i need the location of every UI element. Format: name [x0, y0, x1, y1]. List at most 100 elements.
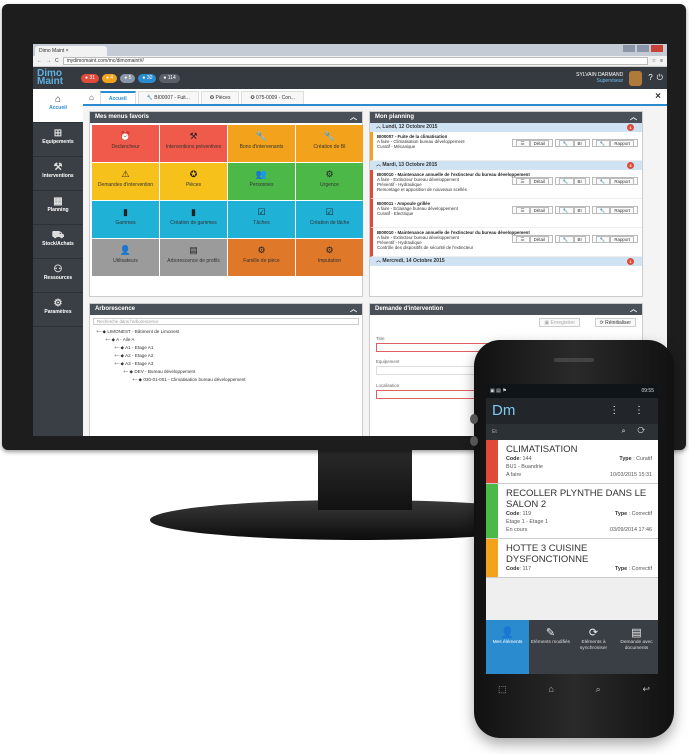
header-badge[interactable]: ● 30	[138, 73, 157, 83]
planning-row[interactable]: BI00010 - Maintenance annuelle de l'exti…	[370, 170, 642, 199]
planning-row[interactable]: BI00010 - Maintenance annuelle de l'exti…	[370, 228, 642, 257]
tree-search-input[interactable]: Recherche dans l'arborescence	[93, 318, 359, 325]
back-icon[interactable]: ←	[37, 58, 42, 64]
rapport-button[interactable]: 🔧 Rapport	[591, 139, 638, 147]
favorite-tile[interactable]: ⚠ Demandes d'intervention	[92, 163, 159, 200]
bi-button[interactable]: 🔧 BI	[554, 177, 590, 185]
tree-node[interactable]: +– ◆ 030-01-001 - Climatisation bureau d…	[96, 376, 362, 384]
browser-tab[interactable]: Dimo Maint ×	[35, 46, 107, 56]
favorite-tile[interactable]: ⚙ Famille de pièce	[228, 239, 295, 276]
volume-down-button[interactable]	[470, 436, 478, 446]
sidebar-item-ressources[interactable]: ⚇ Ressources	[33, 259, 83, 293]
bi-button[interactable]: 🔧 BI	[554, 206, 590, 214]
sidebar-item-planning[interactable]: ▦ Planning	[33, 191, 83, 225]
favorite-tile[interactable]: 👥 Personnes	[228, 163, 295, 200]
tree-node[interactable]: +– ◆ A1 - Etage A1	[96, 344, 362, 352]
sidebar-item-paramtres[interactable]: ⚙ Paramètres	[33, 293, 83, 327]
planning-row[interactable]: BI00007 - Fuite de la climatisation A fai…	[370, 132, 642, 161]
tree-node[interactable]: +– ◆ DEV - Bureau développement	[96, 368, 362, 376]
favorite-tile[interactable]: ☑ Tâches	[228, 201, 295, 238]
favorite-tile[interactable]: 🔧 Bons d'intervenants	[228, 125, 295, 162]
tree-node[interactable]: +– ◆ A - Aile A	[96, 336, 362, 344]
volume-up-button[interactable]	[470, 414, 478, 424]
home-tab-icon[interactable]: ⌂	[89, 93, 94, 102]
phone-nav-item[interactable]: ⟳ Eléments à synchroniser	[572, 620, 615, 674]
reset-button[interactable]: ⟳ Réinitialiser	[594, 318, 636, 327]
power-icon[interactable]: ⏻	[657, 73, 663, 83]
browser-menu-icon[interactable]: ≡	[660, 58, 663, 64]
collapse-icon[interactable]: ︿	[630, 304, 637, 315]
close-tabs-icon[interactable]: ×	[655, 91, 661, 102]
recent-apps-icon[interactable]: ⬚	[498, 684, 507, 695]
phone-nav-item[interactable]: ✎ Eléments modifiés	[529, 620, 572, 674]
url-field[interactable]: mydimomaint.com/mc/dimomaint#/	[62, 57, 648, 65]
user-info[interactable]: SYLVAIN DARMAND Superviseur	[576, 72, 623, 84]
day-header[interactable]: ︿ Lundi, 12 Octobre 2015 1	[370, 123, 642, 132]
forward-icon[interactable]: →	[46, 58, 51, 64]
close-window-button[interactable]	[651, 45, 663, 52]
detail-button[interactable]: ☰ Détail	[512, 235, 553, 243]
back-icon[interactable]: ↩	[642, 684, 650, 695]
sidebar-item-accueil[interactable]: ⌂ Accueil	[33, 89, 83, 123]
sidebar-item-equipements[interactable]: ⊞ Equipements	[33, 123, 83, 157]
header-badge[interactable]: ● 31	[81, 73, 99, 83]
favorite-tile[interactable]: ▤ Arborescence de profils	[160, 239, 227, 276]
sidebar-item-stockachats[interactable]: ⛟ Stock/Achats	[33, 225, 83, 259]
favorite-tile[interactable]: ⏰ Declencheur	[92, 125, 159, 162]
help-icon[interactable]: ?	[648, 73, 652, 83]
phone-nav-item[interactable]: 👤 Mes éléments	[486, 620, 529, 674]
tab-accueil[interactable]: Accueil	[99, 91, 136, 104]
code-label: Code	[506, 566, 520, 572]
overflow-menu-icon[interactable]: ⋮ ⋮	[609, 398, 650, 424]
button-label: Rapport	[610, 178, 634, 185]
avatar[interactable]	[629, 70, 643, 86]
favorite-tile[interactable]: 👤 Utilisateurs	[92, 239, 159, 276]
intervention-card[interactable]: HOTTE 3 CUISINE DYSFONCTIONNE Code: 117 Ty…	[486, 539, 658, 578]
sync-icon[interactable]: ⟳	[637, 428, 650, 435]
phone-nav-item[interactable]: ▤ Demande avec documents	[615, 620, 658, 674]
favorite-tile[interactable]: ▮ Création de gammes	[160, 201, 227, 238]
reload-icon[interactable]: C	[55, 58, 59, 64]
tree-node[interactable]: +– ◆ A3 - Etage A3	[96, 360, 362, 368]
header-badge[interactable]: ● 114	[159, 73, 180, 83]
header-badge[interactable]: ● 5	[120, 73, 136, 83]
save-button[interactable]: ▣ Enregistrer	[539, 318, 580, 327]
home-icon[interactable]: ⌂	[548, 684, 553, 695]
collapse-icon[interactable]: ︿	[350, 304, 357, 315]
detail-button[interactable]: ☰ Détail	[512, 206, 553, 214]
day-header[interactable]: ︿ Mercredi, 14 Octobre 2015 1	[370, 257, 642, 266]
tab-075-0009[interactable]: ✪ 075-0009 - Con...	[241, 91, 304, 104]
maximize-button[interactable]	[637, 45, 649, 52]
search-icon[interactable]: ⌕	[622, 428, 631, 435]
card-status: A faire	[506, 472, 522, 478]
rapport-button[interactable]: 🔧 Rapport	[591, 206, 638, 214]
search-icon[interactable]: ⌕	[596, 684, 601, 695]
favorite-tile[interactable]: ⚒ Interventions préventives	[160, 125, 227, 162]
rapport-button[interactable]: 🔧 Rapport	[591, 177, 638, 185]
detail-button[interactable]: ☰ Détail	[512, 177, 553, 185]
favorite-tile[interactable]: ✪ Pièces	[160, 163, 227, 200]
tab-pieces[interactable]: ✪ Pièces	[200, 91, 240, 104]
star-icon[interactable]: ☆	[652, 58, 656, 64]
favorite-tile[interactable]: ▮ Gammes	[92, 201, 159, 238]
collapse-icon[interactable]: ︿	[350, 112, 357, 123]
bi-button[interactable]: 🔧 BI	[554, 235, 590, 243]
planning-row[interactable]: BI00011 - Ampoule grillée A faire - Eclai…	[370, 199, 642, 228]
tree-node[interactable]: +– ◆ LIMONEST - Bâtiment de Limonest	[96, 328, 362, 336]
header-badge[interactable]: ● 4	[101, 73, 118, 83]
minimize-button[interactable]	[623, 45, 635, 52]
bi-button[interactable]: 🔧 BI	[554, 139, 590, 147]
favorite-tile[interactable]: ⚙ Urgence	[296, 163, 363, 200]
favorite-tile[interactable]: 🔧 Création de BI	[296, 125, 363, 162]
day-header[interactable]: ︿ Mardi, 13 Octobre 2015 3	[370, 161, 642, 170]
rapport-button[interactable]: 🔧 Rapport	[591, 235, 638, 243]
detail-button[interactable]: ☰ Détail	[512, 139, 553, 147]
favorite-tile[interactable]: ⚙ Imputation	[296, 239, 363, 276]
intervention-card[interactable]: RECOLLER PLYNTHE DANS LE SALON 2 Code: 11…	[486, 484, 658, 539]
sidebar-item-interventions[interactable]: ⚒ Interventions	[33, 157, 83, 191]
tree-node[interactable]: +– ◆ A2 - Etage A2	[96, 352, 362, 360]
favorite-tile[interactable]: ☑ Création de tâche	[296, 201, 363, 238]
tab-bi00007[interactable]: 🔧 BI00007 - Fuit...	[137, 91, 199, 104]
collapse-icon[interactable]: ︿	[630, 112, 637, 123]
intervention-card[interactable]: CLIMATISATION Code: 144 Type : Curatif BU1 …	[486, 440, 658, 484]
